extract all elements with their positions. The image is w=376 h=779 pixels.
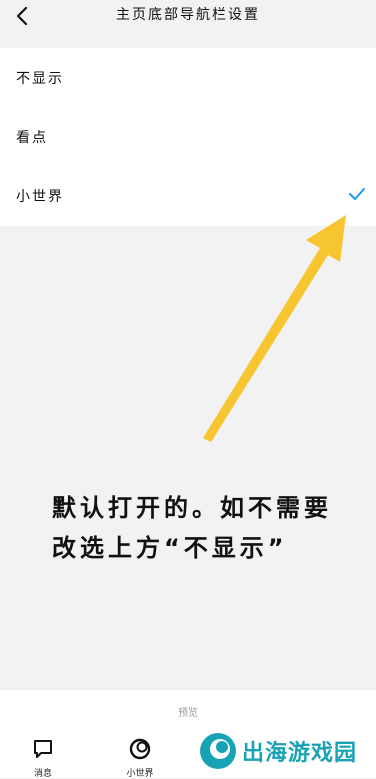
nav-label: 小世界 bbox=[126, 769, 154, 779]
checkmark-icon bbox=[349, 188, 365, 200]
nav-item-small-world[interactable]: 小世界 bbox=[110, 738, 170, 779]
option-small-world[interactable]: 小世界 bbox=[0, 166, 376, 225]
header: 主页底部导航栏设置 bbox=[0, 0, 376, 48]
watermark: 出海游戏园 bbox=[198, 730, 374, 772]
option-kandian[interactable]: 看点 bbox=[0, 107, 376, 166]
annotation-note: 默认打开的。如不需要 改选上方“不显示” bbox=[52, 488, 352, 568]
watermark-text: 出海游戏园 bbox=[242, 741, 358, 766]
preview-label: 预览 bbox=[178, 708, 198, 719]
option-label: 不显示 bbox=[16, 70, 64, 87]
option-hide[interactable]: 不显示 bbox=[0, 48, 376, 107]
watermark-logo-icon bbox=[200, 733, 236, 769]
nav-label: 消息 bbox=[33, 769, 52, 779]
option-label: 小世界 bbox=[16, 188, 64, 205]
chat-icon bbox=[34, 740, 52, 758]
annotation-line-2: 改选上方“不显示” bbox=[52, 534, 288, 562]
circle-icon bbox=[129, 738, 151, 760]
nav-item-messages[interactable]: 消息 bbox=[13, 738, 73, 779]
page-title: 主页底部导航栏设置 bbox=[116, 7, 260, 23]
option-list: 不显示 看点 小世界 bbox=[0, 48, 376, 226]
option-label: 看点 bbox=[16, 129, 48, 146]
annotation-line-1: 默认打开的。如不需要 bbox=[52, 494, 332, 522]
